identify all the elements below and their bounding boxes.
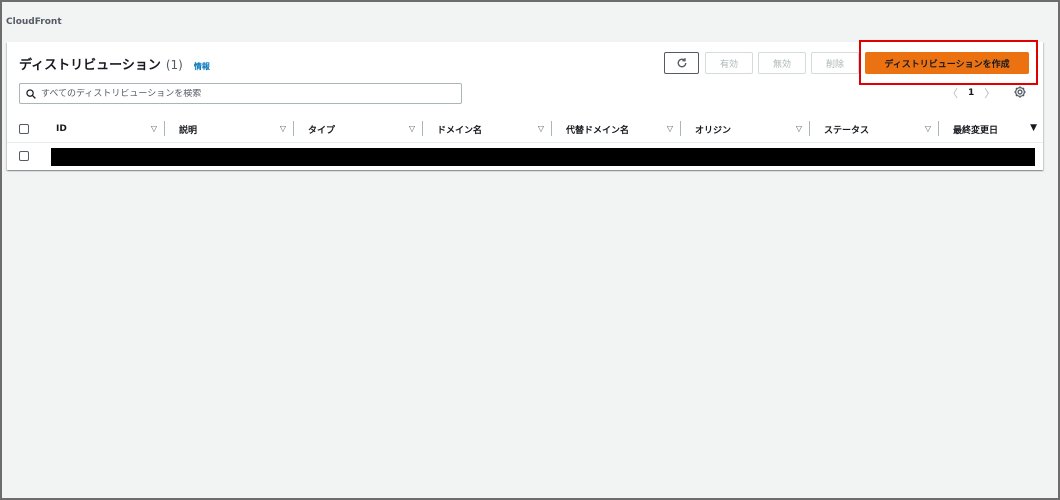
column-header-label: 代替ドメイン名: [566, 125, 630, 136]
redacted-row-content: [51, 148, 1035, 166]
table-header: ID ▽ 説明 ▽ タイプ ▽ ドメイン名 ▽ 代替ドメイン名 ▽ オリジン ▽…: [7, 115, 1043, 143]
search-box[interactable]: [19, 83, 462, 104]
distributions-panel: ディストリビューション (1) 情報 有効 無効 削除 ディストリビューションを…: [7, 40, 1043, 170]
disable-button[interactable]: 無効: [758, 52, 806, 74]
console-frame: CloudFront ディストリビューション (1) 情報 有効 無効 削除 デ…: [0, 0, 1060, 500]
column-domain-name[interactable]: ドメイン名 ▽: [423, 115, 552, 143]
column-header-label: オリジン: [695, 125, 732, 136]
refresh-button[interactable]: [664, 52, 699, 74]
sort-icon: ▽: [279, 124, 286, 133]
pagination: 〈 1 〉: [947, 84, 995, 102]
previous-page-icon[interactable]: 〈: [947, 85, 958, 101]
column-type[interactable]: タイプ ▽: [294, 115, 423, 143]
column-header-label: タイプ: [308, 125, 336, 136]
column-origin[interactable]: オリジン ▽: [681, 115, 810, 143]
highlight-annotation: [859, 40, 1038, 85]
sort-icon: ▽: [537, 124, 544, 133]
enable-button[interactable]: 有効: [705, 52, 753, 74]
column-header-label: ステータス: [824, 125, 870, 136]
column-header-label: 最終変更日: [953, 125, 999, 136]
column-last-modified[interactable]: 最終変更日 ▼: [939, 115, 1043, 143]
column-status[interactable]: ステータス ▽: [810, 115, 939, 143]
panel-header: ディストリビューション (1) 情報: [19, 54, 210, 73]
sort-icon: ▽: [924, 124, 931, 133]
distribution-count: (1): [165, 58, 183, 72]
column-alternate-domain[interactable]: 代替ドメイン名 ▽: [552, 115, 681, 143]
panel-title: ディストリビューション: [19, 58, 161, 73]
gear-icon[interactable]: [1013, 85, 1027, 99]
column-id[interactable]: ID ▽: [43, 115, 165, 143]
service-name: CloudFront: [6, 17, 62, 27]
column-header-label: 説明: [179, 125, 198, 136]
select-all-cell: [19, 115, 39, 143]
table-row[interactable]: [7, 144, 1043, 168]
info-link[interactable]: 情報: [194, 61, 210, 72]
delete-button[interactable]: 削除: [811, 52, 859, 74]
sort-icon: ▽: [150, 124, 157, 133]
refresh-icon: [677, 58, 686, 68]
column-header-label: ドメイン名: [437, 125, 483, 136]
sort-icon: ▽: [666, 124, 673, 133]
search-icon: [26, 88, 36, 99]
sort-descending-icon: ▼: [1030, 123, 1037, 133]
select-all-checkbox[interactable]: [19, 124, 29, 134]
current-page[interactable]: 1: [968, 88, 974, 98]
sort-icon: ▽: [408, 124, 415, 133]
column-header-label: ID: [56, 124, 67, 134]
next-page-icon[interactable]: 〉: [984, 85, 995, 101]
row-checkbox[interactable]: [19, 151, 29, 161]
column-description[interactable]: 説明 ▽: [165, 115, 294, 143]
search-input[interactable]: [41, 88, 441, 99]
sort-icon: ▽: [795, 124, 802, 133]
